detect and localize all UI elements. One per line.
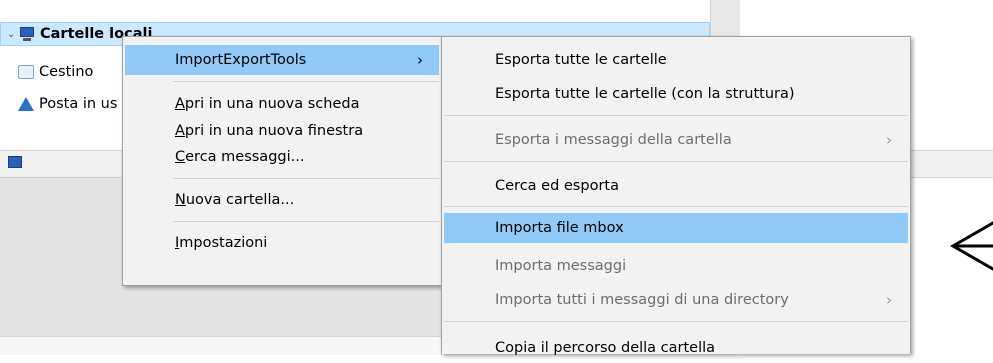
menu-item-accesskey: A bbox=[175, 96, 185, 112]
tree-row-outbox[interactable]: Posta in uscita bbox=[18, 92, 118, 116]
outbox-icon bbox=[18, 97, 34, 111]
submenu-item-label: Importa file mbox bbox=[495, 220, 624, 236]
menu-item-label: uova cartella... bbox=[185, 192, 295, 208]
trash-icon bbox=[18, 65, 34, 79]
submenu-item-label: Esporta tutte le cartelle (con la strutt… bbox=[495, 86, 795, 102]
menu-item-label: pri in una nuova finestra bbox=[184, 123, 364, 139]
submenu-item-label: Cerca ed esporta bbox=[495, 178, 619, 194]
submenu-item-export-all-folders[interactable]: Esporta tutte le cartelle bbox=[444, 45, 908, 75]
menu-item-label: mpostazioni bbox=[179, 235, 268, 251]
menu-separator bbox=[444, 161, 908, 162]
submenu-item-search-and-export[interactable]: Cerca ed esporta bbox=[444, 171, 908, 201]
menu-item-accesskey: N bbox=[175, 192, 186, 208]
submenu-item-label: Esporta i messaggi della cartella bbox=[495, 132, 732, 148]
submenu-item-import-mbox[interactable]: Importa file mbox bbox=[444, 213, 908, 243]
submenu-item-export-all-folders-structure[interactable]: Esporta tutte le cartelle (con la strutt… bbox=[444, 79, 908, 109]
tree-label-trash: Cestino bbox=[39, 64, 94, 80]
menu-item-label: erca messaggi... bbox=[185, 149, 305, 165]
menu-separator bbox=[173, 178, 439, 179]
submenu-item-label: Esporta tutte le cartelle bbox=[495, 52, 667, 68]
chevron-right-icon: › bbox=[417, 51, 423, 69]
submenu-item-copy-folder-path[interactable]: Copia il percorso della cartella bbox=[444, 333, 908, 363]
online-status-icon[interactable] bbox=[8, 156, 22, 168]
tree-label-outbox: Posta in uscita bbox=[39, 96, 118, 112]
menu-separator bbox=[173, 81, 439, 82]
chevron-right-icon: › bbox=[886, 291, 892, 309]
menu-item-label: pri in una nuova scheda bbox=[184, 96, 360, 112]
submenu-item-import-messages[interactable]: Importa messaggi bbox=[444, 251, 908, 281]
tree-row-trash[interactable]: Cestino bbox=[18, 60, 118, 84]
importexporttools-submenu: Esporta tutte le cartelle Esporta tutte … bbox=[441, 36, 911, 356]
menu-item-accesskey: A bbox=[175, 123, 185, 139]
submenu-item-export-folder-messages[interactable]: Esporta i messaggi della cartella › bbox=[444, 125, 908, 155]
computer-icon bbox=[19, 27, 35, 41]
folder-context-menu: ImportExportTools › Apri in una nuova sc… bbox=[122, 36, 442, 286]
menu-item-label: ImportExportTools bbox=[175, 52, 307, 68]
menu-separator bbox=[173, 221, 439, 222]
chevron-down-icon[interactable]: ⌄ bbox=[7, 29, 17, 40]
drawing-icon bbox=[949, 221, 993, 271]
menu-item-search-messages[interactable]: Cerca messaggi... bbox=[125, 142, 439, 172]
menu-item-new-folder[interactable]: Nuova cartella... bbox=[125, 185, 439, 215]
menu-item-settings[interactable]: Impostazioni bbox=[125, 228, 439, 258]
menu-separator bbox=[444, 321, 908, 322]
menu-separator bbox=[444, 115, 908, 116]
submenu-item-import-directory[interactable]: Importa tutti i messaggi di una director… bbox=[444, 285, 908, 315]
menu-separator bbox=[444, 206, 908, 207]
menu-item-open-new-tab[interactable]: Apri in una nuova scheda bbox=[125, 89, 439, 119]
submenu-item-label: Importa tutti i messaggi di una director… bbox=[495, 292, 789, 308]
menu-item-accesskey: C bbox=[175, 149, 186, 165]
chevron-right-icon: › bbox=[886, 131, 892, 149]
submenu-item-label: Importa messaggi bbox=[495, 258, 627, 274]
menu-item-importexporttools[interactable]: ImportExportTools › bbox=[125, 45, 439, 75]
